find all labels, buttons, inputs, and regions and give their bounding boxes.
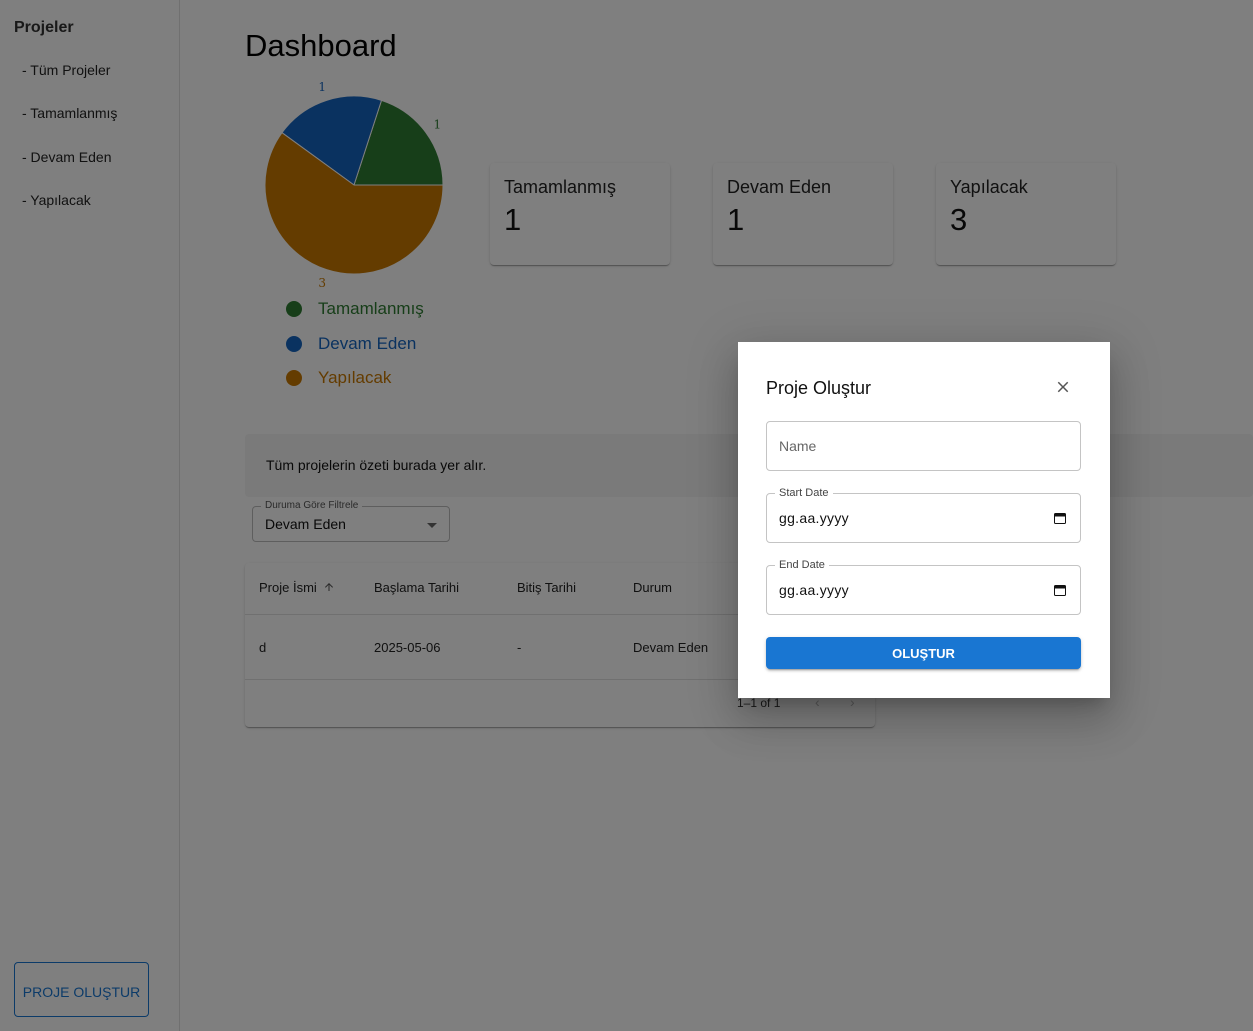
start-date-label: Start Date — [775, 487, 833, 499]
dialog-title: Proje Oluştur — [766, 378, 872, 398]
name-placeholder: Name — [779, 438, 817, 454]
end-date-label: End Date — [775, 559, 829, 571]
submit-create-button[interactable]: OLUŞTUR — [766, 637, 1081, 669]
start-date-input[interactable]: Start Date gg.aa.yyyy — [766, 487, 1081, 543]
end-date-value: gg.aa.yyyy — [779, 582, 849, 598]
calendar-icon[interactable] — [1054, 512, 1066, 524]
close-icon[interactable] — [1054, 378, 1072, 396]
calendar-icon[interactable] — [1054, 584, 1066, 596]
create-project-dialog: Proje Oluştur Name Start Date gg.aa.yyyy… — [738, 342, 1110, 698]
start-date-value: gg.aa.yyyy — [779, 510, 849, 526]
end-date-input[interactable]: End Date gg.aa.yyyy — [766, 559, 1081, 615]
name-input[interactable]: Name — [766, 421, 1081, 471]
